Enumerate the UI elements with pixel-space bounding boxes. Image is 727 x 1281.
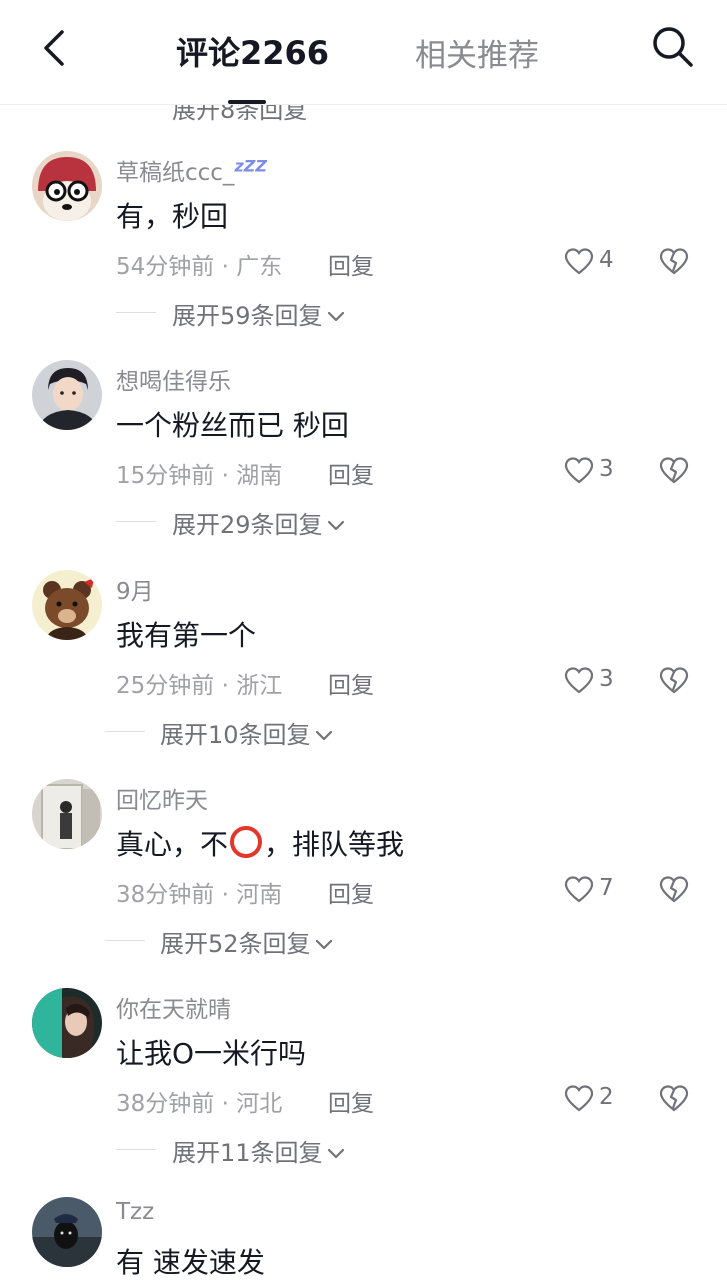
- comments-header: 评论2266 相关推荐: [0, 0, 727, 105]
- avatar[interactable]: [32, 360, 102, 430]
- chevron-down-icon: [315, 939, 332, 950]
- divider-line: [116, 521, 156, 522]
- like-count: 7: [599, 875, 614, 901]
- sleep-zzz-emoji: zZZ: [234, 156, 267, 176]
- tab-related[interactable]: 相关推荐: [415, 30, 539, 75]
- divider-line: [116, 312, 156, 313]
- like-count: 2: [599, 1084, 614, 1110]
- boy-photo-avatar: [32, 360, 102, 430]
- like-count: 3: [599, 666, 614, 692]
- avatar[interactable]: [32, 570, 102, 640]
- chevron-down-icon: [327, 1148, 344, 1159]
- comment-item: 回忆昨天 真心，不 ，排队等我 38分钟前 · 河南 回复 7 展开52条回复: [0, 779, 727, 979]
- chevron-down-icon: [327, 520, 344, 531]
- cartoon-glasses-avatar: [32, 151, 102, 221]
- reply-button[interactable]: 回复: [328, 666, 374, 700]
- comment-username[interactable]: 你在天就晴: [116, 990, 231, 1024]
- comment-username[interactable]: Tzz: [116, 1199, 154, 1225]
- like-count: 4: [599, 247, 614, 273]
- broken-heart-icon[interactable]: [659, 456, 689, 486]
- heart-icon[interactable]: [564, 456, 594, 486]
- expand-replies-button[interactable]: 展开29条回复: [172, 505, 345, 540]
- comment-text: 让我O一米行吗: [116, 1037, 307, 1070]
- comment-text: 真心，不 ，排队等我: [116, 823, 404, 863]
- tab-comments[interactable]: 评论2266: [176, 28, 329, 74]
- reply-button[interactable]: 回复: [328, 1084, 374, 1118]
- expand-replies-label: 展开10条回复: [160, 721, 311, 749]
- reply-button[interactable]: 回复: [328, 456, 374, 490]
- comment-text: 有 速发速发: [116, 1246, 265, 1279]
- avatar[interactable]: [32, 779, 102, 849]
- username-text: 草稿纸ccc_: [116, 160, 235, 186]
- heart-icon[interactable]: [564, 875, 594, 905]
- expand-replies-label: 展开11条回复: [172, 1139, 323, 1167]
- comment-time-location: 38分钟前 · 河南: [116, 882, 283, 908]
- back-arrow-icon[interactable]: [36, 24, 76, 72]
- avatar[interactable]: [32, 988, 102, 1058]
- divider-line: [116, 1149, 156, 1150]
- expand-replies-label: 展开29条回复: [172, 511, 323, 539]
- broken-heart-icon[interactable]: [659, 666, 689, 696]
- search-icon[interactable]: [650, 24, 696, 70]
- heart-icon[interactable]: [564, 1084, 594, 1114]
- mirror-selfie-avatar: [32, 779, 102, 849]
- comment-time-location: 38分钟前 · 河北: [116, 1091, 283, 1117]
- expand-replies-label: 展开59条回复: [172, 302, 323, 330]
- comment-username[interactable]: 9月: [116, 572, 154, 606]
- heart-icon[interactable]: [564, 666, 594, 696]
- expand-replies-label: 展开52条回复: [160, 930, 311, 958]
- girl-teal-avatar: [32, 988, 102, 1058]
- reply-button[interactable]: 回复: [328, 247, 374, 281]
- comment-username[interactable]: 回忆昨天: [116, 781, 208, 815]
- expand-replies-button[interactable]: 展开59条回复: [172, 296, 345, 331]
- reply-button[interactable]: 回复: [328, 875, 374, 909]
- comment-item: 你在天就晴 让我O一米行吗 38分钟前 · 河北 回复 2 展开11条回复: [0, 988, 727, 1188]
- red-circle-emoji: [230, 826, 263, 858]
- divider-line: [105, 731, 145, 732]
- avatar[interactable]: [32, 1197, 102, 1267]
- comment-username[interactable]: 想喝佳得乐: [116, 362, 231, 396]
- comment-text: 我有第一个: [116, 619, 257, 652]
- expand-replies-button[interactable]: 展开11条回复: [172, 1133, 345, 1168]
- heart-icon[interactable]: [564, 247, 594, 277]
- avatar[interactable]: [32, 151, 102, 221]
- bear-avatar: [32, 570, 102, 640]
- comment-text: 一个粉丝而已 秒回: [116, 409, 349, 442]
- comment-text-part: ，排队等我: [264, 828, 405, 861]
- comment-time-location: 54分钟前 · 广东: [116, 254, 283, 280]
- comment-text-part: 真心，不: [116, 828, 229, 861]
- active-tab-indicator: [228, 100, 266, 104]
- expand-replies-button[interactable]: 展开52条回复: [160, 924, 333, 959]
- comment-item: 9月 我有第一个 25分钟前 · 浙江 回复 3 展开10条回复: [0, 570, 727, 770]
- comment-item: 想喝佳得乐 一个粉丝而已 秒回 15分钟前 · 湖南 回复 3 展开29条回复: [0, 360, 727, 560]
- expand-replies-button[interactable]: 展开10条回复: [160, 715, 333, 750]
- comment-item: Tzz 有 速发速发: [0, 1197, 727, 1280]
- comment-time-location: 15分钟前 · 湖南: [116, 463, 283, 489]
- comment-text: 有，秒回: [116, 200, 229, 233]
- dark-dog-avatar: [32, 1197, 102, 1267]
- comment-item: 草稿纸ccc_zZZ 有，秒回 54分钟前 · 广东 回复 4 展开59条回复: [0, 151, 727, 351]
- divider-line: [105, 940, 145, 941]
- comment-time-location: 25分钟前 · 浙江: [116, 673, 283, 699]
- chevron-down-icon: [315, 730, 332, 741]
- chevron-down-icon: [327, 311, 344, 322]
- like-count: 3: [599, 456, 614, 482]
- broken-heart-icon[interactable]: [659, 875, 689, 905]
- broken-heart-icon[interactable]: [659, 1084, 689, 1114]
- comment-username[interactable]: 草稿纸ccc_zZZ: [116, 153, 267, 187]
- broken-heart-icon[interactable]: [659, 247, 689, 277]
